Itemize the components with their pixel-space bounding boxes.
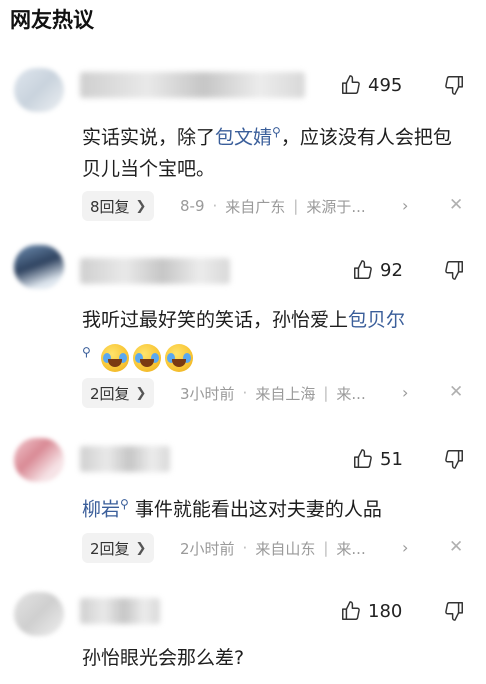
comment-text: 实话实说，除了包文婧⚲，应该没有人会把包贝儿当个宝吧。 (82, 116, 462, 185)
emoji-row (100, 343, 193, 372)
comment-meta: 3小时前 · 来自上海 | 来... (180, 383, 366, 404)
reply-label: 8回复 (90, 197, 130, 216)
thumbs-down-icon[interactable] (443, 600, 465, 622)
like-button[interactable]: 180 (340, 598, 402, 624)
like-button[interactable]: 51 (352, 446, 403, 472)
comment-date: 8-9 (180, 197, 205, 215)
search-icon: ⚲ (272, 125, 281, 139)
comment-text: 孙怡眼光会那么差? (82, 647, 245, 669)
username-blurred[interactable] (80, 258, 230, 284)
comment-location: 来自广东 (225, 197, 286, 216)
search-icon: ⚲ (82, 345, 91, 359)
username-blurred[interactable] (80, 446, 170, 472)
topic-link[interactable]: 包文婧 (215, 126, 272, 148)
thumbs-down-icon[interactable] (443, 259, 465, 281)
comment-text-part: 我听过最好笑的笑话，孙怡爱上 (82, 309, 349, 331)
comment-source[interactable]: 来... (336, 538, 365, 559)
thumbs-up-icon (342, 601, 360, 620)
username-blurred[interactable] (80, 72, 305, 98)
avatar[interactable] (14, 438, 64, 482)
close-icon[interactable]: ✕ (449, 382, 463, 402)
avatar[interactable] (14, 592, 64, 636)
comment-location: 来自山东 (255, 539, 316, 558)
reply-label: 2回复 (90, 384, 130, 403)
comment-meta: 2小时前 · 来自山东 | 来... (180, 538, 366, 559)
comment-text: 我听过最好笑的笑话，孙怡爱上包贝尔 ⚲ (82, 304, 467, 373)
comment-source[interactable]: 来源于... (306, 196, 365, 217)
reply-button[interactable]: 2回复 ❯ (82, 533, 155, 563)
like-count: 495 (368, 74, 403, 96)
like-count: 92 (380, 259, 403, 281)
reply-label: 2回复 (90, 539, 130, 558)
comment-time: 3小时前 (180, 384, 235, 403)
chevron-right-icon: ❯ (135, 540, 147, 556)
topic-link[interactable]: 包贝尔 (348, 309, 405, 331)
chevron-right-icon[interactable]: › (402, 196, 408, 215)
like-count: 180 (368, 600, 403, 622)
search-icon: ⚲ (120, 497, 129, 511)
comment-location: 来自上海 (255, 384, 316, 403)
comment-time: 2小时前 (180, 539, 235, 558)
reply-button[interactable]: 2回复 ❯ (82, 378, 155, 408)
like-button[interactable]: 495 (340, 72, 402, 98)
avatar[interactable] (14, 68, 64, 112)
comment-meta: 8-9 · 来自广东 | 来源于... (180, 196, 366, 217)
comment-text-part: 事件就能看出这对夫妻的人品 (134, 498, 382, 521)
thumbs-down-icon[interactable] (443, 74, 465, 96)
chevron-right-icon[interactable]: › (402, 538, 408, 557)
topic-link[interactable]: 柳岩 (82, 498, 120, 520)
section-title: 网友热议 (10, 8, 94, 32)
username-blurred[interactable] (80, 598, 160, 624)
thumbs-up-icon (342, 75, 360, 94)
comment-source[interactable]: 来... (336, 383, 365, 404)
cry-laugh-emoji (100, 343, 129, 372)
cry-laugh-emoji (132, 343, 161, 372)
cry-laugh-emoji (164, 343, 193, 372)
close-icon[interactable]: ✕ (449, 537, 463, 557)
thumbs-up-icon (354, 449, 372, 468)
chevron-right-icon: ❯ (135, 198, 147, 214)
comment-text: 柳岩⚲ 事件就能看出这对夫妻的人品 (82, 488, 467, 525)
thumbs-up-icon (354, 260, 372, 279)
close-icon[interactable]: ✕ (449, 195, 463, 215)
thumbs-down-icon[interactable] (443, 448, 465, 470)
comment-text-part: 实话实说，除了 (82, 126, 216, 149)
like-count: 51 (380, 448, 403, 470)
reply-button[interactable]: 8回复 ❯ (82, 191, 155, 221)
like-button[interactable]: 92 (352, 257, 403, 283)
chevron-right-icon: ❯ (135, 385, 147, 401)
chevron-right-icon[interactable]: › (402, 383, 408, 402)
avatar[interactable] (14, 245, 64, 289)
